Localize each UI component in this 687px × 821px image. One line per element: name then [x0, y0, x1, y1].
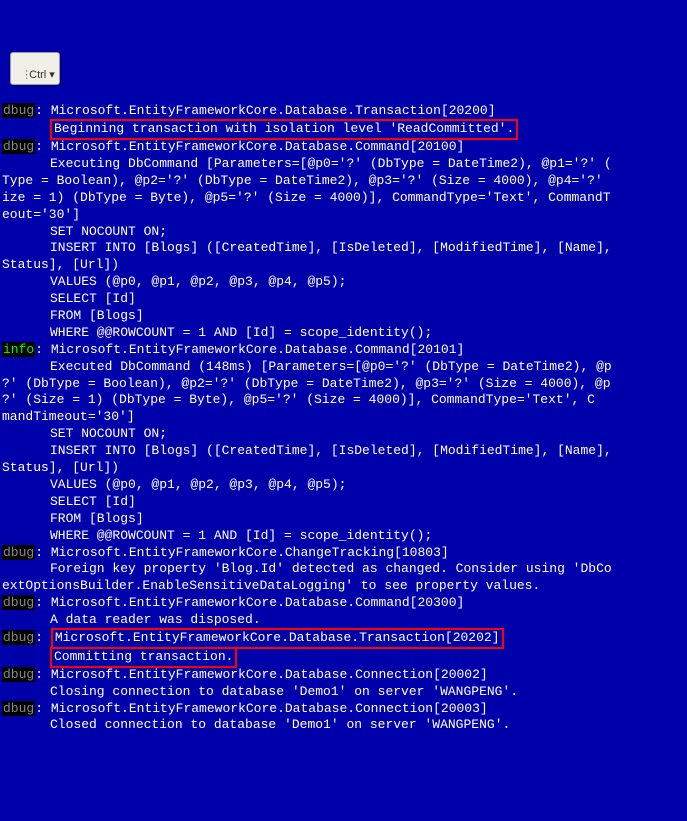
- log-message: ize = 1) (DbType = Byte), @p5='?' (Size …: [2, 190, 611, 205]
- log-line: ize = 1) (DbType = Byte), @p5='?' (Size …: [2, 190, 685, 207]
- log-message: ?' (DbType = Boolean), @p2='?' (DbType =…: [2, 376, 611, 391]
- log-level-dbug: dbug: [2, 139, 35, 154]
- colon: :: [35, 701, 51, 716]
- log-line: dbug: Microsoft.EntityFrameworkCore.Data…: [2, 103, 685, 120]
- log-message: VALUES (@p0, @p1, @p2, @p3, @p4, @p5);: [50, 274, 346, 289]
- log-line: Executing DbCommand [Parameters=[@p0='?'…: [2, 156, 685, 173]
- log-line: VALUES (@p0, @p1, @p2, @p3, @p4, @p5);: [2, 477, 685, 494]
- log-line: FROM [Blogs]: [2, 308, 685, 325]
- log-line: dbug: Microsoft.EntityFrameworkCore.Data…: [2, 701, 685, 718]
- log-line: SELECT [Id]: [2, 291, 685, 308]
- log-line: info: Microsoft.EntityFrameworkCore.Data…: [2, 342, 685, 359]
- log-message: WHERE @@ROWCOUNT = 1 AND [Id] = scope_id…: [50, 325, 432, 340]
- log-line: Closed connection to database 'Demo1' on…: [2, 717, 685, 734]
- log-message: SELECT [Id]: [50, 494, 136, 509]
- log-line: Committing transaction.: [2, 648, 685, 667]
- log-level-dbug: dbug: [2, 667, 35, 682]
- log-message: Microsoft.EntityFrameworkCore.Database.T…: [55, 630, 500, 645]
- colon: :: [35, 667, 51, 682]
- log-message: FROM [Blogs]: [50, 308, 144, 323]
- log-level-dbug: dbug: [2, 595, 35, 610]
- log-line: dbug: Microsoft.EntityFrameworkCore.Data…: [2, 629, 685, 648]
- log-line: Beginning transaction with isolation lev…: [2, 120, 685, 139]
- log-line: Closing connection to database 'Demo1' o…: [2, 684, 685, 701]
- log-line: Status], [Url]): [2, 460, 685, 477]
- log-message: Microsoft.EntityFrameworkCore.Database.C…: [51, 342, 464, 357]
- log-line: A data reader was disposed.: [2, 612, 685, 629]
- log-line: ?' (DbType = Boolean), @p2='?' (DbType =…: [2, 376, 685, 393]
- log-line: INSERT INTO [Blogs] ([CreatedTime], [IsD…: [2, 443, 685, 460]
- log-message: Microsoft.EntityFrameworkCore.Database.T…: [51, 103, 496, 118]
- colon: :: [35, 342, 51, 357]
- log-message: Foreign key property 'Blog.Id' detected …: [50, 561, 612, 576]
- log-message: INSERT INTO [Blogs] ([CreatedTime], [IsD…: [50, 443, 620, 458]
- log-line: WHERE @@ROWCOUNT = 1 AND [Id] = scope_id…: [2, 325, 685, 342]
- log-line: WHERE @@ROWCOUNT = 1 AND [Id] = scope_id…: [2, 528, 685, 545]
- log-line: extOptionsBuilder.EnableSensitiveDataLog…: [2, 578, 685, 595]
- log-message: ?' (Size = 1) (DbType = Byte), @p5='?' (…: [2, 392, 595, 407]
- log-line: mandTimeout='30']: [2, 409, 685, 426]
- log-line: FROM [Blogs]: [2, 511, 685, 528]
- log-message: Closed connection to database 'Demo1' on…: [50, 717, 510, 732]
- log-message: Microsoft.EntityFrameworkCore.ChangeTrac…: [51, 545, 449, 560]
- log-message: Closing connection to database 'Demo1' o…: [50, 684, 518, 699]
- colon: :: [35, 545, 51, 560]
- highlight-box: Beginning transaction with isolation lev…: [50, 119, 518, 140]
- log-message: Status], [Url]): [2, 460, 119, 475]
- log-message: Type = Boolean), @p2='?' (DbType = DateT…: [2, 173, 603, 188]
- log-message: Microsoft.EntityFrameworkCore.Database.C…: [51, 139, 464, 154]
- log-message: FROM [Blogs]: [50, 511, 144, 526]
- log-message: VALUES (@p0, @p1, @p2, @p3, @p4, @p5);: [50, 477, 346, 492]
- grip-icon: ⋮: [21, 68, 27, 82]
- log-message: extOptionsBuilder.EnableSensitiveDataLog…: [2, 578, 540, 593]
- log-line: SELECT [Id]: [2, 494, 685, 511]
- log-line: Type = Boolean), @p2='?' (DbType = DateT…: [2, 173, 685, 190]
- log-message: Executing DbCommand [Parameters=[@p0='?'…: [50, 156, 612, 171]
- log-message: SET NOCOUNT ON;: [50, 224, 167, 239]
- log-message: Executed DbCommand (148ms) [Parameters=[…: [50, 359, 612, 374]
- log-message: mandTimeout='30']: [2, 409, 135, 424]
- log-message: Microsoft.EntityFrameworkCore.Database.C…: [51, 595, 464, 610]
- log-line: SET NOCOUNT ON;: [2, 426, 685, 443]
- log-level-dbug: dbug: [2, 630, 35, 645]
- log-message: SELECT [Id]: [50, 291, 136, 306]
- log-message: WHERE @@ROWCOUNT = 1 AND [Id] = scope_id…: [50, 528, 432, 543]
- log-level-info: info: [2, 342, 35, 357]
- highlight-box: Committing transaction.: [50, 647, 237, 668]
- log-line: Executed DbCommand (148ms) [Parameters=[…: [2, 359, 685, 376]
- log-message: Status], [Url]): [2, 257, 119, 272]
- log-message: Beginning transaction with isolation lev…: [54, 121, 514, 136]
- log-level-dbug: dbug: [2, 701, 35, 716]
- log-line: SET NOCOUNT ON;: [2, 224, 685, 241]
- log-line: dbug: Microsoft.EntityFrameworkCore.Data…: [2, 139, 685, 156]
- log-message: INSERT INTO [Blogs] ([CreatedTime], [IsD…: [50, 240, 620, 255]
- log-line: VALUES (@p0, @p1, @p2, @p3, @p4, @p5);: [2, 274, 685, 291]
- log-line: dbug: Microsoft.EntityFrameworkCore.Data…: [2, 595, 685, 612]
- log-line: dbug: Microsoft.EntityFrameworkCore.Data…: [2, 667, 685, 684]
- log-level-dbug: dbug: [2, 545, 35, 560]
- paste-ctrl-pill[interactable]: ⋮Ctrl ▾: [10, 52, 60, 85]
- log-message: Microsoft.EntityFrameworkCore.Database.C…: [51, 701, 488, 716]
- log-message: Microsoft.EntityFrameworkCore.Database.C…: [51, 667, 488, 682]
- log-line: Status], [Url]): [2, 257, 685, 274]
- log-line: ?' (Size = 1) (DbType = Byte), @p5='?' (…: [2, 392, 685, 409]
- colon: :: [35, 139, 51, 154]
- log-message: eout='30']: [2, 207, 80, 222]
- log-message: Committing transaction.: [54, 649, 233, 664]
- log-message: A data reader was disposed.: [50, 612, 261, 627]
- log-line: eout='30']: [2, 207, 685, 224]
- log-line: INSERT INTO [Blogs] ([CreatedTime], [IsD…: [2, 240, 685, 257]
- colon: :: [35, 595, 51, 610]
- console-output: dbug: Microsoft.EntityFrameworkCore.Data…: [2, 103, 685, 734]
- log-level-dbug: dbug: [2, 103, 35, 118]
- ctrl-label: Ctrl: [29, 69, 46, 81]
- log-message: SET NOCOUNT ON;: [50, 426, 167, 441]
- colon: :: [35, 630, 51, 645]
- log-line: dbug: Microsoft.EntityFrameworkCore.Chan…: [2, 545, 685, 562]
- log-line: Foreign key property 'Blog.Id' detected …: [2, 561, 685, 578]
- colon: :: [35, 103, 51, 118]
